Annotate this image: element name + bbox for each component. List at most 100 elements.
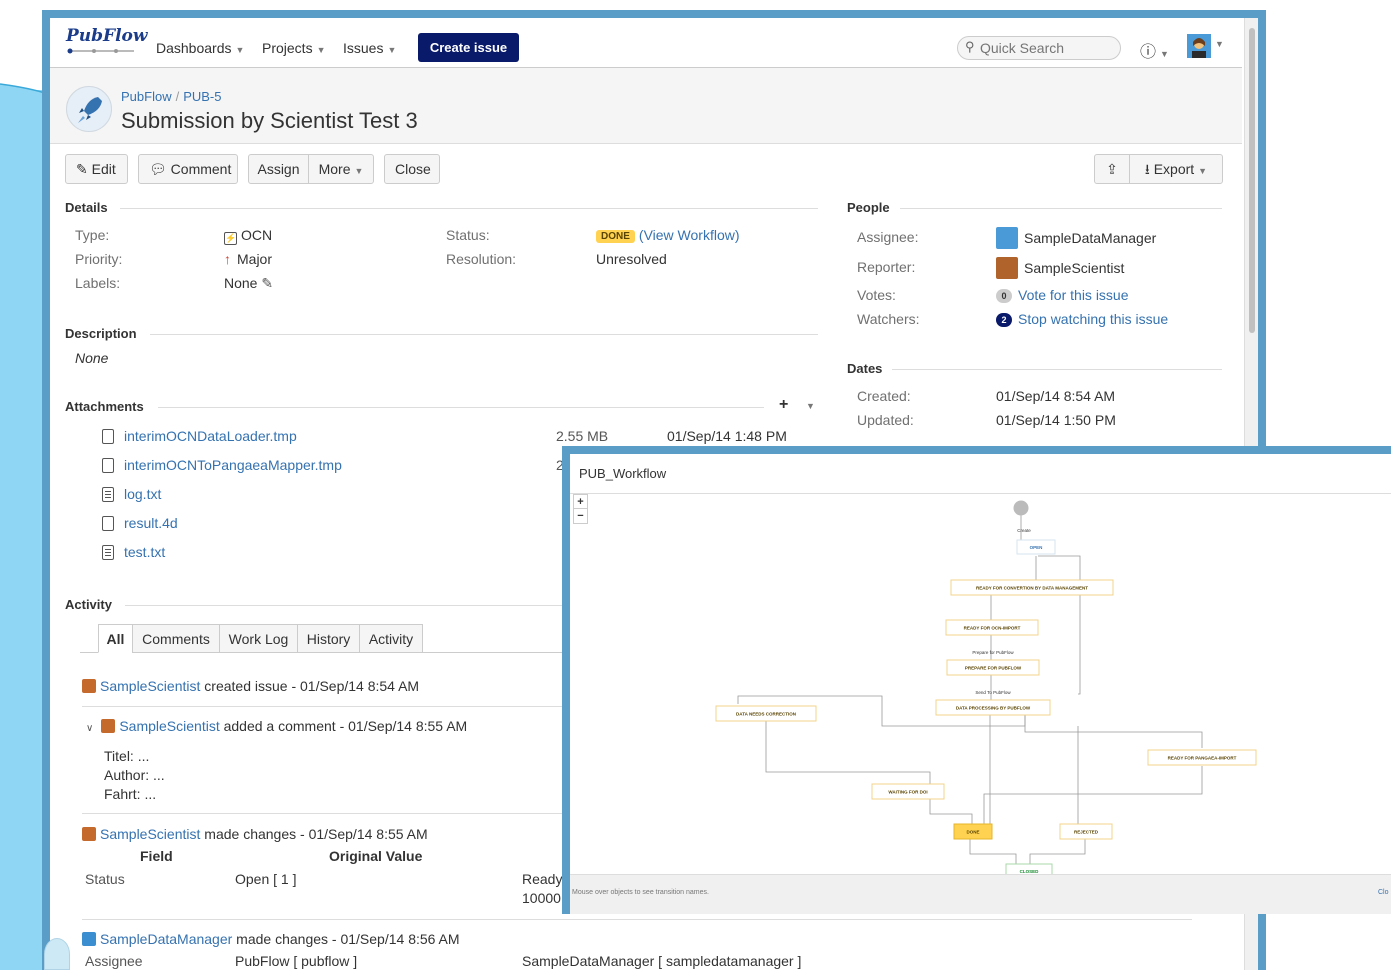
- user-link[interactable]: SampleScientist: [100, 826, 200, 842]
- attachment-item[interactable]: test.txt: [102, 544, 402, 564]
- history-new-value: 10000: [522, 890, 561, 906]
- activity-divider: [125, 605, 570, 606]
- share-icon[interactable]: ⇪: [1095, 155, 1130, 183]
- view-workflow-link[interactable]: (View Workflow): [639, 227, 740, 243]
- vote-link[interactable]: Vote for this issue: [1018, 287, 1129, 303]
- tab-comments[interactable]: Comments: [132, 624, 220, 653]
- entry-divider: [82, 919, 1192, 920]
- edit-button[interactable]: ✎ Edit: [65, 154, 128, 184]
- close-issue-button[interactable]: Close: [384, 154, 440, 184]
- state-done[interactable]: DONE: [966, 830, 979, 835]
- more-button[interactable]: More ▼: [309, 155, 373, 183]
- description-heading[interactable]: Description: [65, 326, 137, 341]
- comment-button[interactable]: 💬︎ Comment: [138, 154, 238, 184]
- attachment-date: 01/Sep/14 1:48 PM: [667, 428, 787, 444]
- user-avatar[interactable]: [1187, 34, 1211, 58]
- user-link[interactable]: SampleScientist: [119, 718, 219, 734]
- chevron-down-icon[interactable]: ▼: [806, 401, 815, 411]
- state-prepare-for-pubflow[interactable]: PREPARE FOR PUBFLOW: [965, 666, 1022, 671]
- attachments-divider: [158, 407, 764, 408]
- state-ready-for-pangaea-import[interactable]: READY FOR PANGAEA-IMPORT: [1168, 756, 1237, 761]
- pencil-icon[interactable]: ✎: [261, 275, 273, 291]
- pencil-icon: ✎: [76, 161, 88, 177]
- votes-value: 0 Vote for this issue: [996, 287, 1129, 303]
- chevron-down-icon[interactable]: ▼: [1215, 39, 1224, 49]
- people-heading[interactable]: People: [847, 200, 890, 215]
- attachment-item[interactable]: interimOCNDataLoader.tmp 2.55 MB 01/Sep/…: [102, 428, 802, 448]
- reporter-value[interactable]: SampleScientist: [996, 257, 1124, 279]
- rocket-icon: [78, 97, 102, 123]
- state-open[interactable]: OPEN: [1030, 545, 1043, 550]
- quick-search[interactable]: ⚲: [957, 36, 1121, 60]
- description-value[interactable]: None: [75, 350, 108, 366]
- avatar: [82, 827, 96, 841]
- breadcrumb-project[interactable]: PubFlow: [121, 89, 172, 104]
- close-dialog-link[interactable]: Clo: [1378, 889, 1389, 896]
- export-button[interactable]: ⭳ Export ▼: [1130, 155, 1222, 183]
- speech-bubble-icon: 💬︎: [149, 161, 167, 177]
- resolution-label: Resolution:: [446, 251, 517, 267]
- labels-label: Labels:: [75, 275, 121, 291]
- state-data-processing[interactable]: DATA PROCESSING BY PUBFLOW: [956, 706, 1031, 711]
- quick-search-input[interactable]: [980, 39, 1110, 57]
- project-avatar[interactable]: [66, 86, 112, 132]
- dates-heading[interactable]: Dates: [847, 361, 882, 376]
- nav-issues[interactable]: Issues ▼: [343, 40, 396, 56]
- zoom-in-icon[interactable]: +: [574, 495, 587, 509]
- nav-dashboards[interactable]: Dashboards ▼: [156, 40, 244, 56]
- watchers-badge: 2: [996, 313, 1012, 327]
- top-navigation: PubFlow Dashboards ▼ Projects ▼ Issues ▼ Cr…: [50, 18, 1242, 68]
- workflow-hint: Mouse over objects to see transition nam…: [572, 889, 709, 896]
- state-ready-for-convertion[interactable]: READY FOR CONVERTION BY DATA MANAGEMENT: [976, 586, 1088, 591]
- details-heading[interactable]: Details: [65, 200, 108, 215]
- status-label: Status:: [446, 227, 490, 243]
- expand-sidebar-icon[interactable]: [44, 938, 70, 970]
- state-data-needs-correction[interactable]: DATA NEEDS CORRECTION: [736, 712, 796, 717]
- people-divider: [900, 208, 1222, 209]
- attachment-item[interactable]: result.4d: [102, 515, 402, 535]
- attachments-heading[interactable]: Attachments: [65, 399, 144, 414]
- comment-line: Fahrt: ...: [104, 786, 157, 802]
- tab-all[interactable]: All: [98, 624, 133, 653]
- create-issue-button[interactable]: Create issue: [418, 33, 519, 62]
- breadcrumb-issue-key[interactable]: PUB-5: [183, 89, 221, 104]
- watch-link[interactable]: Stop watching this issue: [1018, 311, 1168, 327]
- entry-divider: [82, 813, 572, 814]
- activity-entry: SampleScientist created issue - 01/Sep/1…: [82, 678, 419, 694]
- activity-entry: SampleScientist made changes - 01/Sep/14…: [82, 826, 428, 842]
- tab-history[interactable]: History: [297, 624, 360, 653]
- file-icon: [102, 429, 114, 444]
- tab-activity[interactable]: Activity: [359, 624, 423, 653]
- tab-work-log[interactable]: Work Log: [219, 624, 298, 653]
- scroll-thumb[interactable]: [1249, 28, 1255, 333]
- dialog-footer: Mouse over objects to see transition nam…: [570, 874, 1391, 914]
- nav-projects[interactable]: Projects ▼: [262, 40, 326, 56]
- issue-summary[interactable]: Submission by Scientist Test 3: [121, 108, 418, 134]
- download-icon: ⭳: [1144, 161, 1150, 177]
- labels-value[interactable]: None ✎: [224, 275, 273, 292]
- user-link[interactable]: SampleScientist: [100, 678, 200, 694]
- status-value: DONE (View Workflow): [596, 227, 740, 243]
- avatar: [996, 257, 1018, 279]
- pubflow-logo[interactable]: PubFlow: [66, 26, 148, 46]
- help-icon[interactable]: ⓘ ▼: [1140, 38, 1169, 62]
- user-link[interactable]: SampleDataManager: [100, 931, 232, 947]
- add-attachment-icon[interactable]: +: [779, 396, 788, 414]
- priority-value: ↑ Major: [224, 251, 273, 267]
- entry-divider: [82, 706, 572, 707]
- zoom-out-icon[interactable]: −: [574, 509, 587, 523]
- chevron-down-icon[interactable]: ∨: [86, 723, 93, 734]
- activity-heading[interactable]: Activity: [65, 597, 112, 612]
- state-rejected[interactable]: REJECTED: [1074, 830, 1099, 835]
- state-ready-for-ocn-import[interactable]: READY FOR OCN-IMPORT: [964, 626, 1021, 631]
- history-field: Assignee: [85, 953, 143, 969]
- attachment-item[interactable]: log.txt: [102, 486, 402, 506]
- type-label: Type:: [75, 227, 110, 243]
- workflow-diagram[interactable]: Create OPEN READY FOR CONVERTION BY DATA…: [570, 494, 1391, 874]
- assignee-value[interactable]: SampleDataManager: [996, 227, 1156, 249]
- workflow-state-labels: Create OPEN READY FOR CONVERTION BY DATA…: [715, 500, 1257, 874]
- assign-button[interactable]: Assign: [249, 155, 309, 183]
- status-badge: DONE: [596, 230, 635, 243]
- activity-entry: ∨ SampleScientist added a comment - 01/Se…: [86, 718, 468, 734]
- state-waiting-for-doi[interactable]: WAITING FOR DOI: [888, 790, 927, 795]
